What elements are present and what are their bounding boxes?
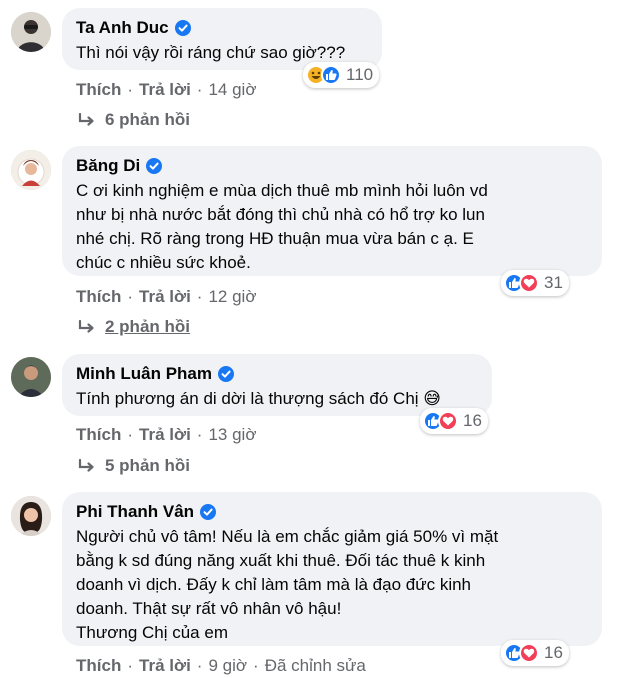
comment-bubble: Minh Luân Pham Tính phương án di dời là … bbox=[62, 354, 492, 416]
timestamp[interactable]: 13 giờ bbox=[208, 424, 256, 446]
comment-text-line: Tính phương án di dời là thượng sách đó … bbox=[76, 389, 442, 408]
separator: · bbox=[127, 287, 134, 306]
comment-actions: Thích · Trả lời · 13 giờ bbox=[76, 424, 256, 446]
separator: · bbox=[253, 656, 259, 675]
like-button[interactable]: Thích bbox=[76, 286, 121, 308]
view-replies-link[interactable]: 6 phản hồi bbox=[78, 110, 190, 130]
reaction-count: 16 bbox=[544, 643, 563, 662]
view-replies-link[interactable]: 5 phản hồi bbox=[78, 456, 190, 476]
reply-button[interactable]: Trả lời bbox=[139, 286, 191, 308]
avatar-image bbox=[11, 150, 51, 190]
avatar[interactable] bbox=[11, 357, 51, 397]
comment-text-line: như bị nhà nước bắt đóng thì chủ nhà có … bbox=[76, 205, 485, 224]
avatar-image bbox=[11, 357, 51, 397]
comment-text-line: nhé chị. Rõ ràng trong HĐ thuận mua vừa … bbox=[76, 229, 474, 248]
reply-arrow-icon bbox=[78, 113, 94, 126]
reaction-count: 31 bbox=[544, 273, 563, 292]
separator: · bbox=[127, 656, 134, 675]
replies-count-label[interactable]: 5 phản hồi bbox=[105, 456, 190, 476]
verified-badge-icon bbox=[174, 20, 191, 36]
comment-text-line: Người chủ vô tâm! Nếu là em chắc giảm gi… bbox=[76, 527, 499, 546]
edited-label[interactable]: Đã chỉnh sửa bbox=[265, 655, 366, 677]
love-icon bbox=[519, 273, 539, 293]
verified-badge-icon bbox=[200, 504, 217, 520]
timestamp[interactable]: 12 giờ bbox=[208, 286, 256, 308]
reaction-summary[interactable]: 31 bbox=[501, 270, 569, 296]
separator: · bbox=[196, 80, 203, 99]
reaction-summary[interactable]: 16 bbox=[501, 640, 569, 666]
verified-badge-icon bbox=[218, 366, 234, 382]
avatar[interactable] bbox=[11, 12, 51, 52]
reply-arrow-icon bbox=[78, 459, 94, 472]
avatar[interactable] bbox=[11, 496, 51, 536]
author-name-text[interactable]: Băng Di bbox=[76, 155, 140, 177]
separator: · bbox=[127, 80, 134, 99]
comment-actions: Thích · Trả lời · 12 giờ bbox=[76, 286, 256, 308]
author-name-text[interactable]: Phi Thanh Vân bbox=[76, 501, 194, 523]
replies-count-label[interactable]: 6 phản hồi bbox=[105, 110, 190, 130]
like-icon bbox=[321, 65, 341, 85]
love-icon bbox=[519, 643, 539, 663]
comment-text-line: doanh vì dịch. Đấy k chỉ làm tâm mà là đ… bbox=[76, 575, 472, 594]
like-button[interactable]: Thích bbox=[76, 655, 121, 677]
replies-count-label[interactable]: 2 phản hồi bbox=[105, 317, 190, 337]
separator: · bbox=[196, 656, 203, 675]
author-name[interactable]: Phi Thanh Vân bbox=[76, 501, 588, 523]
reply-button[interactable]: Trả lời bbox=[139, 79, 191, 101]
comment-text: Người chủ vô tâm! Nếu là em chắc giảm gi… bbox=[76, 525, 588, 645]
like-button[interactable]: Thích bbox=[76, 79, 121, 101]
love-icon bbox=[438, 411, 458, 431]
avatar-image bbox=[11, 12, 51, 52]
comment-text-line: C ơi kinh nghiệm e mùa dịch thuê mb mình… bbox=[76, 181, 488, 200]
view-replies-link[interactable]: 2 phản hồi bbox=[78, 317, 190, 337]
separator: · bbox=[127, 425, 134, 444]
comment-bubble: Phi Thanh Vân Người chủ vô tâm! Nếu là e… bbox=[62, 492, 602, 646]
comment-text: C ơi kinh nghiệm e mùa dịch thuê mb mình… bbox=[76, 179, 588, 275]
reaction-summary[interactable]: 110 bbox=[303, 62, 380, 88]
avatar-image bbox=[11, 496, 51, 536]
reaction-count: 16 bbox=[463, 411, 482, 430]
author-name-text[interactable]: Minh Luân Pham bbox=[76, 363, 212, 385]
comment-text-line: bằng k sd đúng năng xuất khi thuê. Đối t… bbox=[76, 551, 486, 570]
avatar[interactable] bbox=[11, 150, 51, 190]
comment-text-line: doanh. Thật sự rất vô nhân vô hậu! bbox=[76, 599, 342, 618]
author-name[interactable]: Băng Di bbox=[76, 155, 588, 177]
comment-bubble: Băng Di C ơi kinh nghiệm e mùa dịch thuê… bbox=[62, 146, 602, 276]
timestamp[interactable]: 14 giờ bbox=[208, 79, 256, 101]
reaction-summary[interactable]: 16 bbox=[420, 408, 488, 434]
reaction-count: 110 bbox=[346, 65, 374, 84]
verified-badge-icon bbox=[146, 158, 163, 174]
comment-text: Tính phương án di dời là thượng sách đó … bbox=[76, 387, 478, 411]
like-button[interactable]: Thích bbox=[76, 424, 121, 446]
comment-bubble: Ta Anh Duc Thì nói vậy rồi ráng chứ sao … bbox=[62, 8, 382, 70]
timestamp[interactable]: 9 giờ bbox=[208, 655, 247, 677]
reply-button[interactable]: Trả lời bbox=[139, 424, 191, 446]
comment-actions: Thích · Trả lời · 9 giờ · Đã chỉnh sửa bbox=[76, 655, 366, 677]
separator: · bbox=[196, 287, 203, 306]
author-name[interactable]: Minh Luân Pham bbox=[76, 363, 478, 385]
reply-arrow-icon bbox=[78, 320, 94, 333]
comment-actions: Thích · Trả lời · 14 giờ bbox=[76, 79, 256, 101]
author-name[interactable]: Ta Anh Duc bbox=[76, 17, 368, 39]
separator: · bbox=[196, 425, 203, 444]
reply-button[interactable]: Trả lời bbox=[139, 655, 191, 677]
author-name-text[interactable]: Ta Anh Duc bbox=[76, 17, 169, 39]
